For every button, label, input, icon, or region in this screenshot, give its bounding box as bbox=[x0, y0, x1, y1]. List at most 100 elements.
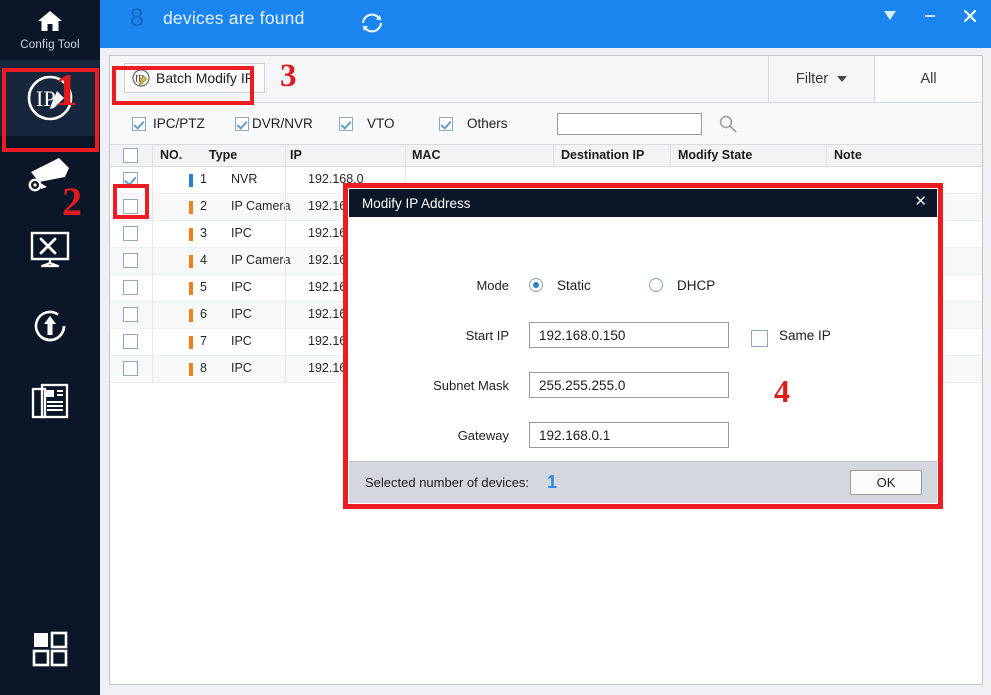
subnet-mask-input[interactable] bbox=[530, 373, 728, 397]
radio-dhcp[interactable]: DHCP bbox=[649, 278, 715, 293]
column-divider bbox=[152, 167, 153, 194]
app-brand-label: Config Tool bbox=[20, 39, 80, 51]
grid-apps-icon bbox=[31, 630, 69, 673]
gateway-field[interactable] bbox=[529, 422, 729, 448]
cell-type: IPC bbox=[231, 280, 252, 294]
modify-ip-dialog: Modify IP Address ✕ Mode Static DHCP Sta… bbox=[348, 188, 938, 504]
tray-icon[interactable] bbox=[877, 2, 903, 30]
cell-no: 4 bbox=[200, 253, 207, 267]
checkbox-box bbox=[132, 116, 146, 131]
refresh-icon[interactable] bbox=[358, 10, 386, 41]
sidebar-item-system-tools[interactable] bbox=[0, 212, 100, 288]
gateway-input[interactable] bbox=[530, 423, 728, 447]
column-divider bbox=[285, 329, 286, 356]
ok-button-label: OK bbox=[876, 475, 896, 490]
cell-type: IPC bbox=[231, 307, 252, 321]
row-checkbox[interactable] bbox=[123, 172, 138, 187]
row-checkbox[interactable] bbox=[123, 334, 138, 349]
row-checkbox[interactable] bbox=[123, 280, 138, 295]
device-type-color-bar bbox=[189, 309, 193, 322]
subnet-mask-label: Subnet Mask bbox=[433, 377, 509, 393]
tab-all[interactable]: All bbox=[874, 56, 982, 102]
subnet-mask-field[interactable] bbox=[529, 372, 729, 398]
search-icon[interactable] bbox=[718, 114, 738, 139]
filter-checkbox-vto[interactable]: VTO bbox=[339, 116, 395, 131]
sidebar-item-upgrade[interactable] bbox=[0, 288, 100, 364]
column-header-modify-state[interactable]: Modify State bbox=[678, 148, 752, 162]
minimize-icon[interactable] bbox=[917, 2, 943, 30]
close-icon[interactable] bbox=[957, 2, 983, 30]
row-checkbox[interactable] bbox=[123, 253, 138, 268]
annotation-4: 4 bbox=[774, 373, 790, 409]
same-ip-checkbox[interactable] bbox=[751, 330, 768, 347]
column-divider bbox=[152, 194, 153, 221]
column-header-no[interactable]: NO. bbox=[160, 148, 182, 162]
start-ip-field[interactable] bbox=[529, 322, 729, 348]
column-divider bbox=[405, 145, 406, 167]
filter-checkbox-others[interactable]: Others bbox=[439, 116, 508, 131]
cell-no: 2 bbox=[200, 199, 207, 213]
row-checkbox[interactable] bbox=[123, 226, 138, 241]
sidebar-item-apps[interactable] bbox=[0, 630, 100, 673]
close-icon[interactable]: ✕ bbox=[914, 194, 927, 209]
app-brand: Config Tool bbox=[0, 0, 100, 60]
title-bar: 8 devices are found bbox=[100, 0, 991, 48]
cell-no: 5 bbox=[200, 280, 207, 294]
column-divider bbox=[285, 221, 286, 248]
filter-checkbox-ipc-ptz[interactable]: IPC/PTZ bbox=[132, 116, 205, 131]
column-header-type[interactable]: Type bbox=[209, 148, 237, 162]
cell-no: 7 bbox=[200, 334, 207, 348]
column-divider bbox=[553, 145, 554, 167]
row-checkbox[interactable] bbox=[123, 307, 138, 322]
cell-type: IP Camera bbox=[231, 253, 291, 267]
home-icon bbox=[37, 9, 63, 38]
row-checkbox[interactable] bbox=[123, 361, 138, 376]
search-input-wrapper[interactable] bbox=[557, 113, 702, 135]
sidebar-item-modify-ip[interactable]: IP bbox=[0, 60, 100, 136]
filter-checkbox-dvr-nvr[interactable]: DVR/NVR bbox=[235, 116, 313, 131]
sidebar: Config Tool IP bbox=[0, 0, 100, 695]
column-header-note[interactable]: Note bbox=[834, 148, 862, 162]
column-divider bbox=[285, 302, 286, 329]
filter-dropdown[interactable]: Filter bbox=[768, 56, 874, 102]
window-controls bbox=[877, 2, 983, 30]
selected-devices-label: Selected number of devices: bbox=[365, 475, 530, 490]
ok-button[interactable]: OK bbox=[850, 470, 922, 495]
device-type-color-bar bbox=[189, 363, 193, 376]
dialog-title-bar: Modify IP Address ✕ bbox=[349, 189, 937, 217]
start-ip-label: Start IP bbox=[465, 327, 509, 343]
filter-label-vto: VTO bbox=[367, 116, 395, 131]
cell-type: NVR bbox=[231, 172, 258, 186]
device-type-color-bar bbox=[189, 174, 193, 187]
column-divider bbox=[152, 356, 153, 383]
start-ip-input[interactable] bbox=[530, 323, 728, 347]
column-header-destination-ip[interactable]: Destination IP bbox=[561, 148, 644, 162]
radio-label-static: Static bbox=[557, 277, 591, 293]
upload-refresh-icon bbox=[28, 304, 72, 348]
column-header-mac[interactable]: MAC bbox=[412, 148, 440, 162]
sidebar-item-device-config[interactable] bbox=[0, 136, 100, 212]
column-divider bbox=[152, 145, 153, 167]
gateway-label: Gateway bbox=[457, 427, 509, 443]
mode-label: Mode bbox=[476, 277, 509, 293]
dialog-body: Mode Static DHCP Start IP 192.168.0.150 … bbox=[349, 217, 937, 461]
filter-label-ipc-ptz: IPC/PTZ bbox=[153, 116, 205, 131]
select-all-checkbox[interactable] bbox=[123, 148, 138, 163]
column-header-ip[interactable]: IP bbox=[290, 148, 302, 162]
batch-modify-ip-button[interactable]: IP Batch Modify IP bbox=[124, 63, 266, 93]
column-divider bbox=[152, 275, 153, 302]
sidebar-item-log[interactable] bbox=[0, 364, 100, 440]
ip-edit-icon: IP bbox=[23, 71, 77, 125]
column-divider bbox=[285, 194, 286, 221]
radio-button bbox=[529, 278, 543, 292]
cell-no: 3 bbox=[200, 226, 207, 240]
annotation-3: 3 bbox=[280, 58, 297, 94]
toolbar: IP Batch Modify IP 3 Filter All bbox=[110, 56, 982, 103]
filter-label-dvr-nvr: DVR/NVR bbox=[252, 116, 313, 131]
radio-static[interactable]: Static bbox=[529, 278, 591, 293]
column-divider bbox=[152, 302, 153, 329]
row-checkbox[interactable] bbox=[123, 199, 138, 214]
search-input[interactable] bbox=[558, 114, 701, 134]
monitor-tools-icon bbox=[27, 229, 73, 271]
camera-gear-icon bbox=[25, 152, 75, 196]
